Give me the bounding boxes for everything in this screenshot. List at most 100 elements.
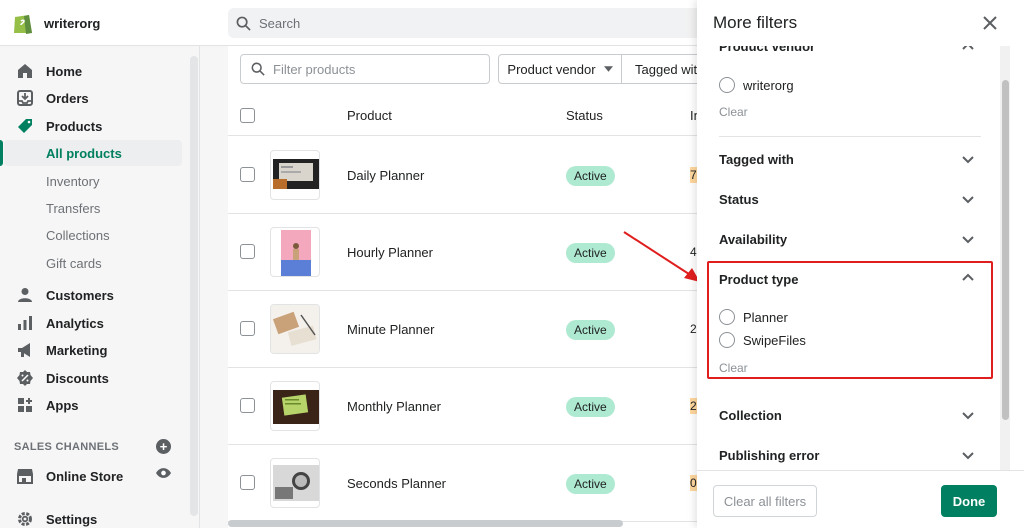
column-product: Product xyxy=(347,108,392,123)
chevron-down-icon[interactable] xyxy=(961,232,975,246)
chevron-down-icon[interactable] xyxy=(961,192,975,206)
chevron-down-icon[interactable] xyxy=(961,152,975,166)
radio-label: SwipeFiles xyxy=(743,332,806,348)
horizontal-scrollbar[interactable] xyxy=(228,520,623,527)
product-name[interactable]: Monthly Planner xyxy=(347,399,441,414)
global-search[interactable]: Search xyxy=(228,8,708,38)
clear-all-filters-button[interactable]: Clear all filters xyxy=(713,485,817,517)
radio-option-planner[interactable]: Planner xyxy=(719,309,788,325)
search-icon xyxy=(236,16,251,31)
search-placeholder: Search xyxy=(259,15,301,31)
radio-option-swipefiles[interactable]: SwipeFiles xyxy=(719,332,806,348)
sidebar-scrollbar[interactable] xyxy=(190,56,198,516)
filter-section-product-type[interactable]: Product type xyxy=(719,272,798,287)
tagged-with-button[interactable]: Tagged with xyxy=(621,54,698,84)
table-row[interactable]: Seconds Planner Active 0 xyxy=(228,445,698,522)
sidebar-item-discounts[interactable]: Discounts xyxy=(0,365,190,391)
sidebar-sub-transfers[interactable]: Transfers xyxy=(4,195,182,221)
clear-product-type-link[interactable]: Clear xyxy=(719,361,748,375)
sidebar-sub-inventory[interactable]: Inventory xyxy=(4,168,182,194)
drawer-footer: Clear all filters Done xyxy=(697,470,1024,528)
radio-option-writerorg[interactable]: writerorg xyxy=(719,77,794,93)
annotation-arrow xyxy=(623,231,700,282)
column-status: Status xyxy=(566,108,603,123)
filter-section-collection[interactable]: Collection xyxy=(719,408,782,423)
product-thumbnail xyxy=(270,458,320,508)
row-checkbox[interactable] xyxy=(240,321,255,336)
sidebar-item-label: Customers xyxy=(46,287,114,303)
radio-label: Planner xyxy=(743,309,788,325)
product-name[interactable]: Daily Planner xyxy=(347,168,424,183)
tagged-with-label: Tagged with xyxy=(635,61,698,77)
table-row[interactable]: Daily Planner Active 7 xyxy=(228,137,698,214)
bar-chart-icon xyxy=(16,314,34,332)
chevron-up-icon[interactable] xyxy=(961,46,975,54)
drawer-header: More filters xyxy=(697,0,1024,46)
radio-button[interactable] xyxy=(719,77,735,93)
search-icon xyxy=(251,62,265,76)
product-thumbnail xyxy=(270,227,320,277)
product-vendor-label: Product vendor xyxy=(507,61,596,77)
sidebar-item-label: Orders xyxy=(46,90,89,106)
sidebar-sub-gift-cards[interactable]: Gift cards xyxy=(4,250,182,276)
table-row[interactable]: Minute Planner Active 2 xyxy=(228,291,698,368)
active-indicator xyxy=(0,140,3,166)
store-brand[interactable]: writerorg xyxy=(12,11,100,35)
sidebar-sub-collections[interactable]: Collections xyxy=(4,222,182,248)
chevron-down-icon[interactable] xyxy=(961,448,975,462)
product-name[interactable]: Minute Planner xyxy=(347,322,434,337)
product-thumbnail xyxy=(270,304,320,354)
sales-channels-heading: SALES CHANNELS xyxy=(14,441,120,453)
row-checkbox[interactable] xyxy=(240,167,255,182)
megaphone-icon xyxy=(16,341,34,359)
product-name[interactable]: Hourly Planner xyxy=(347,245,433,260)
filter-products-input[interactable]: Filter products xyxy=(240,54,490,84)
select-all-checkbox[interactable] xyxy=(240,108,255,123)
sidebar-sub-all-products[interactable]: All products xyxy=(4,140,182,166)
discount-icon xyxy=(16,369,34,387)
filter-section-status[interactable]: Status xyxy=(719,192,759,207)
sidebar-item-orders[interactable]: Orders xyxy=(0,85,190,111)
close-icon[interactable] xyxy=(979,12,1001,34)
radio-label: writerorg xyxy=(743,77,794,93)
add-sales-channel-icon[interactable]: + xyxy=(156,439,171,454)
status-badge: Active xyxy=(566,166,615,186)
sidebar-item-products[interactable]: Products xyxy=(0,113,190,139)
status-badge: Active xyxy=(566,320,615,340)
sidebar-item-analytics[interactable]: Analytics xyxy=(0,310,190,336)
status-badge: Active xyxy=(566,397,615,417)
product-name[interactable]: Seconds Planner xyxy=(347,476,446,491)
sidebar: Home Orders Products All products Invent… xyxy=(0,46,200,528)
sidebar-item-settings[interactable]: Settings xyxy=(0,506,190,528)
sidebar-item-label: Settings xyxy=(46,511,98,527)
product-thumbnail xyxy=(270,381,320,431)
sidebar-item-label: Home xyxy=(46,63,83,79)
store-icon xyxy=(16,467,34,485)
radio-button[interactable] xyxy=(719,332,735,348)
chevron-up-icon[interactable] xyxy=(961,271,975,285)
done-button[interactable]: Done xyxy=(941,485,997,517)
sidebar-item-home[interactable]: Home xyxy=(0,58,190,84)
table-row[interactable]: Monthly Planner Active 2 xyxy=(228,368,698,445)
filter-section-tagged-with[interactable]: Tagged with xyxy=(719,152,794,167)
drawer-scrollbar-thumb[interactable] xyxy=(1002,80,1009,420)
chevron-down-icon[interactable] xyxy=(961,408,975,422)
row-checkbox[interactable] xyxy=(240,244,255,259)
filter-section-publishing-error[interactable]: Publishing error xyxy=(719,448,819,463)
sidebar-item-label: Analytics xyxy=(46,315,104,331)
filter-section-availability[interactable]: Availability xyxy=(719,232,787,247)
sidebar-item-customers[interactable]: Customers xyxy=(0,282,190,308)
more-filters-drawer: More filters Product vendor writerorg Cl… xyxy=(697,0,1024,528)
radio-button[interactable] xyxy=(719,309,735,325)
sidebar-item-label: Products xyxy=(46,118,103,134)
filter-section-product-vendor[interactable]: Product vendor xyxy=(719,46,815,54)
row-checkbox[interactable] xyxy=(240,475,255,490)
sidebar-item-marketing[interactable]: Marketing xyxy=(0,337,190,363)
eye-icon[interactable] xyxy=(156,467,171,479)
shopify-bag-icon xyxy=(14,15,32,34)
product-vendor-button[interactable]: Product vendor xyxy=(498,54,622,84)
row-checkbox[interactable] xyxy=(240,398,255,413)
clear-vendor-link[interactable]: Clear xyxy=(719,105,748,119)
drawer-body: Product vendor writerorg Clear Tagged wi… xyxy=(697,46,1002,470)
sidebar-item-apps[interactable]: Apps xyxy=(0,392,190,418)
